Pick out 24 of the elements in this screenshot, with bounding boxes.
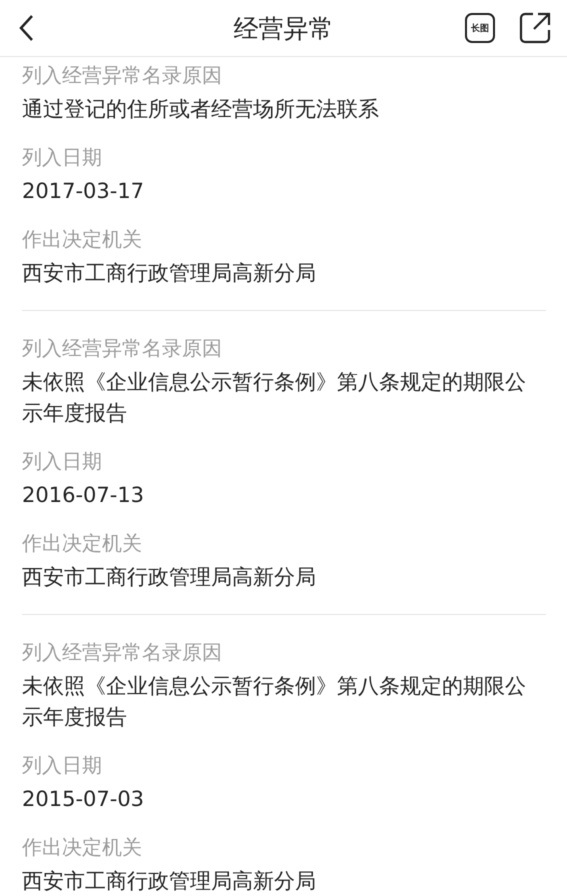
- field-value: 2015-07-03: [22, 786, 146, 813]
- field-label: 列入经营异常名录原因: [22, 62, 223, 89]
- field-value: 西安市工商行政管理局高新分局: [22, 564, 317, 591]
- field-label: 列入日期: [22, 144, 103, 171]
- field-label: 列入日期: [22, 752, 103, 779]
- field-label: 作出决定机关: [22, 834, 143, 861]
- field-value: 2016-07-13: [22, 482, 146, 509]
- back-button[interactable]: [18, 14, 34, 42]
- field-value: 未依照《企业信息公示暂行条例》第八条规定的期限公示年度报告: [22, 673, 527, 731]
- field-label: 列入日期: [22, 448, 103, 475]
- page-title: 经营异常: [234, 12, 334, 44]
- field-value: 西安市工商行政管理局高新分局: [22, 260, 317, 287]
- field-label: 列入经营异常名录原因: [22, 639, 223, 666]
- share-button[interactable]: [519, 12, 551, 44]
- field-value: 未依照《企业信息公示暂行条例》第八条规定的期限公示年度报告: [22, 369, 527, 427]
- field-label: 列入经营异常名录原因: [22, 335, 223, 362]
- share-icon: [519, 12, 551, 44]
- field-value: 通过登记的住所或者经营场所无法联系: [22, 96, 380, 123]
- field-value: 2017-03-17: [22, 178, 146, 205]
- field-label: 作出决定机关: [22, 226, 143, 253]
- long-image-button[interactable]: 长图: [465, 13, 495, 43]
- field-label: 作出决定机关: [22, 530, 143, 557]
- back-icon: [18, 14, 34, 42]
- field-value: 西安市工商行政管理局高新分局: [22, 868, 317, 895]
